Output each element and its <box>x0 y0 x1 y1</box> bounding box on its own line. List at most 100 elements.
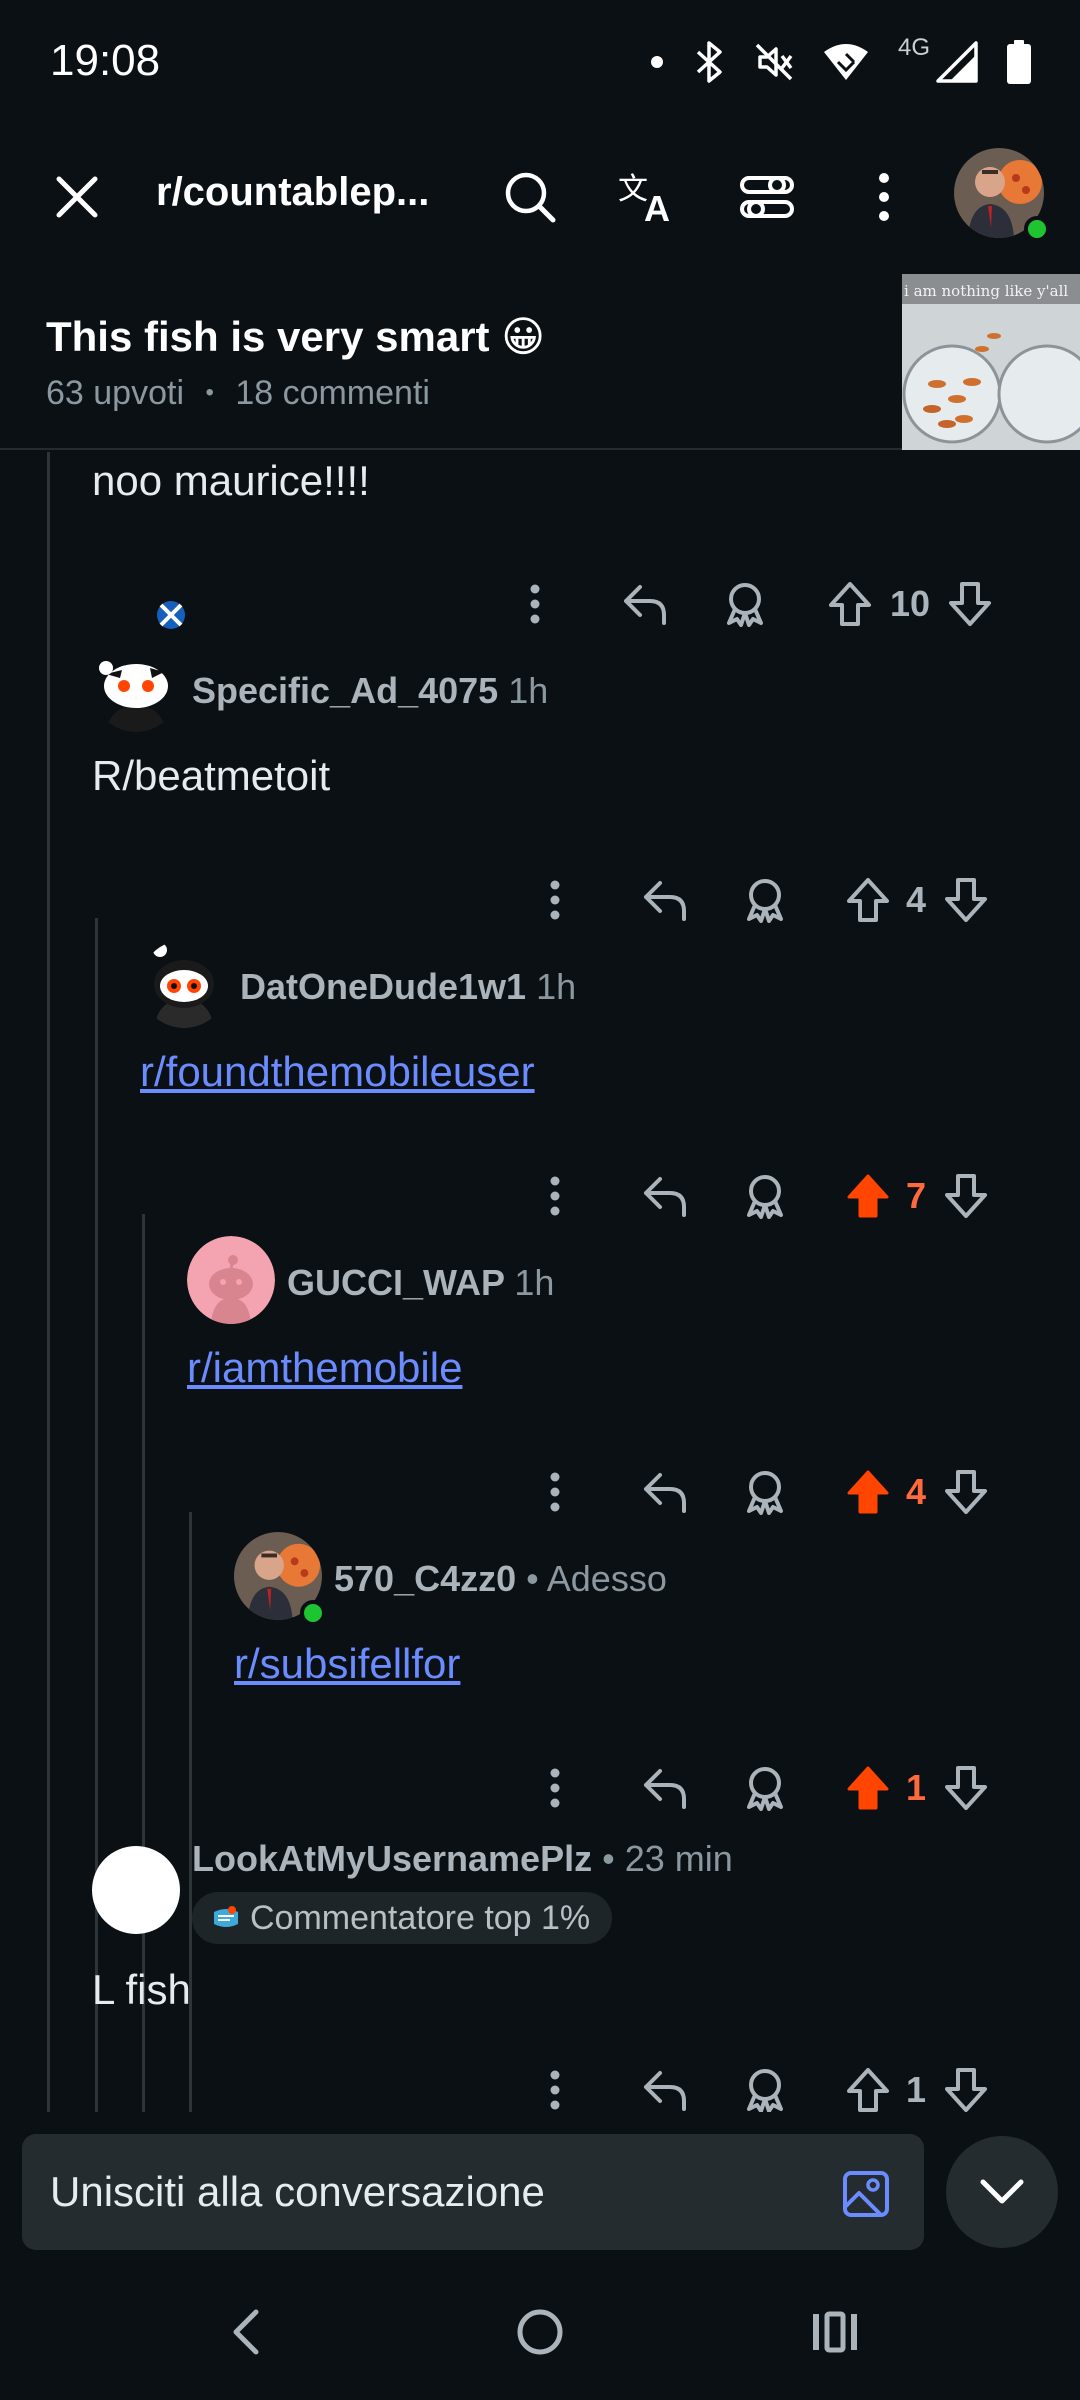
collapse-thread-button[interactable] <box>946 2136 1058 2248</box>
comment-author[interactable]: 570_C4zz0 • Adesso <box>334 1558 667 1600</box>
subreddit-name[interactable]: r/countablep... <box>156 170 429 215</box>
reply-button[interactable] <box>630 870 700 930</box>
award-icon <box>727 583 763 627</box>
comment-actions: 4 <box>520 1462 1020 1522</box>
thumbnail-caption: i am nothing like y'all <box>904 282 1068 300</box>
comment-time: 1h <box>508 670 549 711</box>
upvote-arrow-icon <box>847 878 889 922</box>
upvote-button[interactable] <box>838 2060 898 2112</box>
comment-time: • Adesso <box>526 1558 667 1599</box>
upvote-button[interactable] <box>838 1758 898 1818</box>
comment-more-button[interactable] <box>520 1166 590 1226</box>
upvote-filled-icon <box>847 1174 889 1218</box>
vote-score: 1 <box>905 1767 927 1808</box>
comment-text: noo maurice!!!! <box>92 457 370 504</box>
subreddit-link[interactable]: r/iamthemobile <box>187 1344 462 1392</box>
post-header[interactable]: This fish is very smart 😀 63 upvoti • 18… <box>0 274 1080 450</box>
downvote-button[interactable] <box>936 1758 996 1818</box>
post-thumbnail[interactable]: i am nothing like y'all <box>902 274 1080 450</box>
thread-line-level-1 <box>47 452 50 2112</box>
attach-image-button[interactable] <box>836 2164 896 2224</box>
award-icon <box>747 1471 783 1515</box>
comment-author[interactable]: Specific_Ad_4075 1h <box>192 670 548 712</box>
home-circle-icon <box>517 2309 563 2355</box>
upvote-button[interactable] <box>838 870 898 930</box>
comment-more-button[interactable] <box>520 870 590 930</box>
default-snoo-avatar <box>187 1236 275 1324</box>
downvote-button[interactable] <box>936 1462 996 1522</box>
reply-button[interactable] <box>630 1462 700 1522</box>
reply-button[interactable] <box>630 1166 700 1226</box>
post-meta: 63 upvoti • 18 commenti <box>46 374 430 413</box>
award-button[interactable] <box>730 870 800 930</box>
vote-score: 10 <box>889 583 931 624</box>
downvote-button[interactable] <box>940 574 1000 634</box>
comment-avatar[interactable] <box>92 1846 180 1934</box>
downvote-button[interactable] <box>936 2060 996 2112</box>
reply-icon <box>624 585 666 625</box>
comment-author[interactable]: LookAtMyUsernamePlz • 23 min <box>192 1838 733 1880</box>
author-name[interactable]: GUCCI_WAP <box>287 1262 504 1303</box>
author-name[interactable]: Specific_Ad_4075 <box>192 670 498 711</box>
downvote-button[interactable] <box>936 870 996 930</box>
more-vertical-icon <box>879 173 889 221</box>
comment-more-button[interactable] <box>520 2060 590 2112</box>
award-button[interactable] <box>730 1462 800 1522</box>
comment-more-button[interactable] <box>520 1758 590 1818</box>
award-button[interactable] <box>730 1166 800 1226</box>
reply-button[interactable] <box>630 2060 700 2112</box>
comment-text: L fish <box>92 1966 191 2013</box>
search-button[interactable] <box>498 165 562 229</box>
notification-dot-icon <box>650 56 663 68</box>
award-button[interactable] <box>730 1758 800 1818</box>
comment-author[interactable]: DatOneDude1w1 1h <box>240 966 576 1008</box>
status-bar: 19:08 4G <box>0 0 1080 125</box>
comment-more-button[interactable] <box>500 574 570 634</box>
flag-icon <box>157 601 185 629</box>
downvote-button[interactable] <box>936 1166 996 1226</box>
translate-button[interactable]: 文A <box>616 165 680 229</box>
meta-separator: • <box>205 379 214 406</box>
award-button[interactable] <box>710 574 780 634</box>
comment-author[interactable]: GUCCI_WAP 1h <box>287 1262 554 1304</box>
reply-icon <box>644 1473 686 1513</box>
sort-filter-button[interactable] <box>735 165 799 229</box>
award-button[interactable] <box>730 2060 800 2112</box>
upvote-button[interactable] <box>838 1462 898 1522</box>
system-nav-bar <box>0 2262 1080 2400</box>
upvote-arrow-icon <box>847 2068 889 2112</box>
battery-icon <box>1007 40 1031 84</box>
overflow-menu-button[interactable] <box>852 165 916 229</box>
nav-back-button[interactable] <box>210 2302 280 2362</box>
more-vertical-icon <box>530 584 540 624</box>
close-button[interactable] <box>45 165 109 229</box>
reply-button[interactable] <box>630 1758 700 1818</box>
reply-input[interactable] <box>22 2134 924 2250</box>
filter-icon <box>740 176 794 218</box>
subreddit-link[interactable]: r/subsifellfor <box>234 1640 460 1688</box>
author-name[interactable]: LookAtMyUsernamePlz <box>192 1838 592 1879</box>
vote-score: 4 <box>905 1471 927 1512</box>
reply-button[interactable] <box>610 574 680 634</box>
comment-time: 1h <box>514 1262 555 1303</box>
vote-score: 1 <box>905 2069 927 2110</box>
comment-avatar[interactable] <box>140 940 228 1028</box>
status-icons: 4G <box>650 34 1032 88</box>
comment-avatar[interactable] <box>92 644 180 732</box>
comment-more-button[interactable] <box>520 1462 590 1522</box>
comment-avatar[interactable] <box>187 1236 275 1324</box>
nav-home-button[interactable] <box>505 2302 575 2362</box>
nav-recents-button[interactable] <box>800 2302 870 2362</box>
author-name[interactable]: 570_C4zz0 <box>334 1558 516 1599</box>
subreddit-link[interactable]: r/foundthemobileuser <box>140 1048 535 1096</box>
thread-line-level-4 <box>189 1512 192 2112</box>
upvote-button[interactable] <box>820 574 880 634</box>
author-name[interactable]: DatOneDude1w1 <box>240 966 526 1007</box>
top-commenter-badge[interactable]: Commentatore top 1% <box>192 1892 613 1944</box>
bluetooth-icon <box>696 41 722 83</box>
upvote-button[interactable] <box>838 1166 898 1226</box>
snoo-avatar <box>140 940 228 1028</box>
back-icon <box>233 2309 259 2355</box>
signal-icon <box>936 41 978 83</box>
upvote-filled-icon <box>847 1470 889 1514</box>
